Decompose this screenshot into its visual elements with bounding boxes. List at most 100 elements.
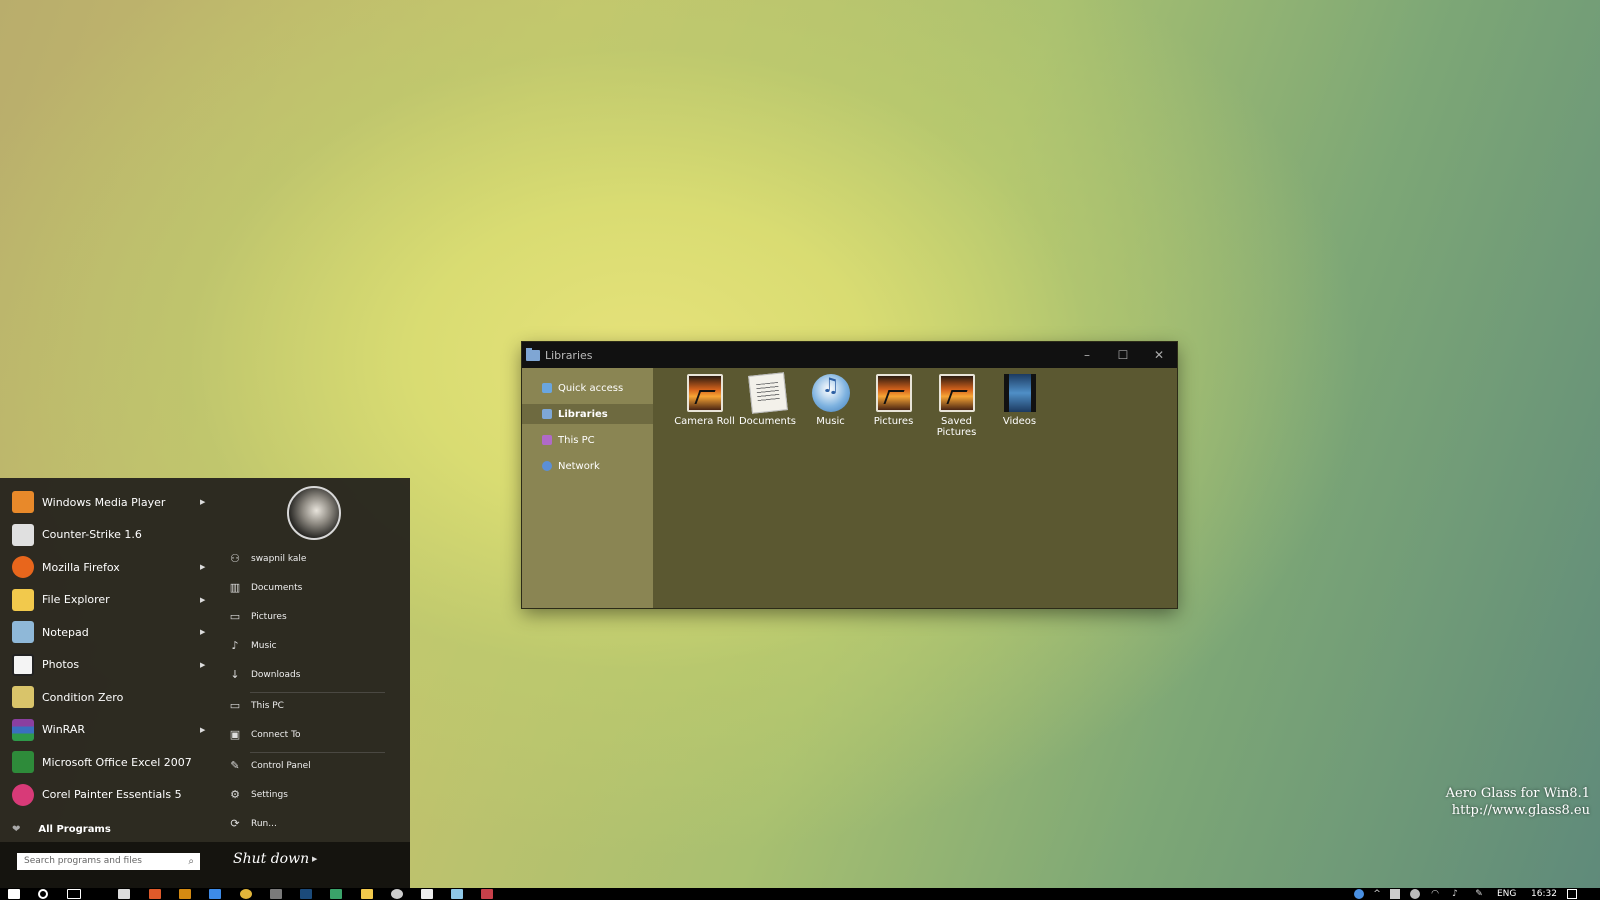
program-label: Counter-Strike 1.6 [42,528,142,542]
program-notepad[interactable]: Notepad ▶ [0,616,210,649]
place-label: Control Panel [251,760,311,771]
nav-item-libraries[interactable]: Libraries [522,404,653,424]
winrar-icon [12,718,34,741]
pen-icon[interactable] [330,889,342,899]
language-indicator[interactable]: ENG [1497,888,1516,900]
program-label: Notepad [42,625,89,639]
program-firefox[interactable]: Mozilla Firefox ▶ [0,551,210,584]
cortana-icon[interactable] [38,889,48,899]
file-explorer-icon[interactable] [361,889,373,899]
place-label: Downloads [251,669,301,680]
settings-icon[interactable] [391,889,403,899]
search-placeholder: Search programs and files [24,856,142,866]
place-label: Connect To [251,729,301,740]
program-label: Microsoft Office Excel 2007 [42,755,192,769]
cloud-icon[interactable] [1410,889,1420,899]
place-connect-to[interactable]: ▣ Connect To [228,728,301,741]
excel-icon [12,751,34,774]
volume-icon[interactable]: ♪ [1450,889,1460,899]
program-label: Condition Zero [42,690,124,704]
videos-folder-icon [1003,374,1036,412]
program-excel[interactable]: Microsoft Office Excel 2007 [0,746,210,779]
watermark-url: http://www.glass8.eu [1451,803,1590,818]
app-icon[interactable] [270,889,282,899]
library-videos[interactable]: Videos [988,374,1051,427]
battery-icon[interactable] [1390,889,1400,899]
program-photos[interactable]: Photos ▶ [0,649,210,682]
photos-icon[interactable] [421,889,433,899]
counter-strike-icon [12,523,34,546]
illustrator-icon[interactable] [179,889,191,899]
shutdown-options-icon[interactable]: ▶ [312,855,317,863]
submenu-arrow-icon[interactable]: ▶ [200,661,205,669]
program-condition-zero[interactable]: Condition Zero [0,681,210,714]
maximize-button[interactable]: ☐ [1105,342,1141,368]
library-camera-roll[interactable]: Camera Roll [673,374,736,427]
chrome-icon[interactable] [240,889,252,899]
notepad-icon [12,621,34,644]
place-user[interactable]: ⚇ swapnil kale [228,552,306,565]
firefox-icon [12,556,34,579]
place-documents[interactable]: ▥ Documents [228,581,303,594]
minimize-button[interactable]: – [1069,342,1105,368]
place-downloads[interactable]: ↓ Downloads [228,668,300,681]
library-pictures[interactable]: Pictures [862,374,925,427]
close-button[interactable]: ✕ [1141,342,1177,368]
library-label: Pictures [873,416,914,427]
documents-folder-icon [747,372,788,414]
submenu-arrow-icon[interactable]: ▶ [200,628,205,636]
app-icon[interactable] [481,889,493,899]
program-winrar[interactable]: WinRAR ▶ [0,714,210,747]
place-run[interactable]: ⟳ Run... [228,817,276,830]
place-control-panel[interactable]: ✎ Control Panel [228,759,311,772]
action-center-icon[interactable] [1567,889,1577,899]
place-music[interactable]: ♪ Music [228,639,276,652]
chevron-up-icon[interactable]: ^ [1372,889,1382,899]
submenu-arrow-icon[interactable]: ▶ [200,726,205,734]
library-documents[interactable]: Documents [736,372,799,427]
task-view-icon[interactable] [67,889,81,899]
library-saved-pictures[interactable]: Saved Pictures [925,374,988,438]
explorer-window[interactable]: Libraries – ☐ ✕ Quick access Libraries T… [522,342,1177,608]
photoshop-icon[interactable] [300,889,312,899]
place-pictures[interactable]: ▭ Pictures [228,610,287,623]
library-music[interactable]: Music [799,374,862,427]
place-settings[interactable]: ⚙ Settings [228,788,288,801]
network-status-icon[interactable] [1354,889,1364,899]
window-titlebar[interactable]: Libraries – ☐ ✕ [522,342,1177,368]
libraries-icon[interactable] [451,889,463,899]
pen-input-icon[interactable]: ✎ [1474,889,1484,899]
submenu-arrow-icon[interactable]: ▶ [200,596,205,604]
submenu-arrow-icon[interactable]: ▶ [200,498,205,506]
window-title: Libraries [545,348,593,362]
nav-item-this-pc[interactable]: This PC [522,430,653,450]
clock[interactable]: 16:32 [1531,888,1557,900]
search-input[interactable]: Search programs and files ⌕ [17,853,200,870]
program-corel-painter[interactable]: Corel Painter Essentials 5 [0,779,210,812]
avatar[interactable] [287,486,341,540]
windows-start-icon[interactable] [8,889,20,899]
program-label: Photos [42,658,80,672]
dropbox-icon[interactable] [209,889,221,899]
place-label: Documents [251,582,303,593]
note-icon: ♪ [231,639,239,652]
program-counter-strike[interactable]: Counter-Strike 1.6 [0,519,210,552]
submenu-arrow-icon[interactable]: ▶ [200,563,205,571]
start-menu-footer: Search programs and files ⌕ Shut down ▶ [0,842,410,888]
brave-icon[interactable] [149,889,161,899]
all-programs-button[interactable]: ❤ All Programs [12,824,111,835]
all-programs-label: All Programs [38,824,111,835]
store-icon[interactable] [118,889,130,899]
star-icon [542,383,552,393]
program-list: Windows Media Player ▶ Counter-Strike 1.… [0,486,210,811]
nav-item-label: This PC [558,434,595,446]
program-windows-media-player[interactable]: Windows Media Player ▶ [0,486,210,519]
place-this-pc[interactable]: ▭ This PC [228,699,284,712]
program-label: File Explorer [42,593,110,607]
program-file-explorer[interactable]: File Explorer ▶ [0,584,210,617]
nav-item-quick-access[interactable]: Quick access [522,378,653,398]
wifi-icon[interactable]: ◠ [1430,889,1440,899]
search-icon: ⌕ [188,856,194,867]
nav-item-network[interactable]: Network [522,456,653,476]
shutdown-button[interactable]: Shut down [233,851,309,867]
